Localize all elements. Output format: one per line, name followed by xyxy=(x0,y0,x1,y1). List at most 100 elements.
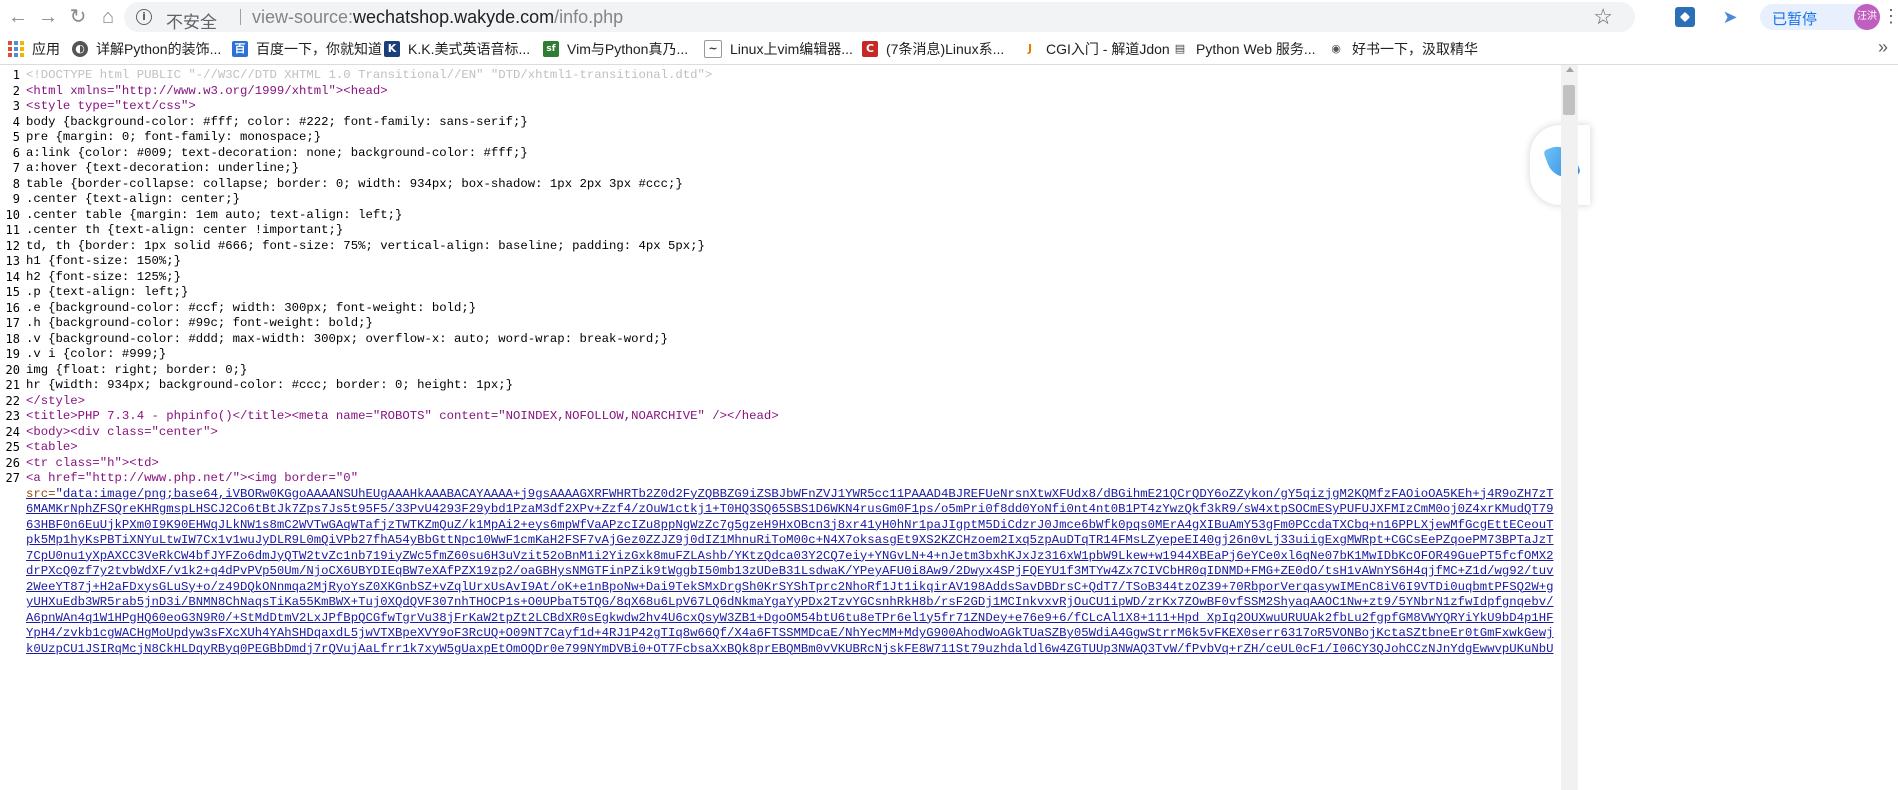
source-line: .center table {margin: 1em auto; text-al… xyxy=(26,207,403,222)
home-icon[interactable]: ⌂ xyxy=(94,3,122,31)
source-line: h2 {font-size: 125%;} xyxy=(26,269,181,284)
menu-icon[interactable]: ⋮ xyxy=(1882,4,1898,30)
img-src-attribute[interactable]: src="data:image/png;base64,iVBORw0KGgoAA… xyxy=(26,487,1556,657)
browser-toolbar: ← → ↻ ⌂ i 不安全 view-source:wechatshop.wak… xyxy=(0,0,1898,34)
bookmark-item[interactable]: ~ Linux上vim编辑器... xyxy=(704,39,853,59)
line-number: 22 xyxy=(5,393,20,408)
forward-icon[interactable]: → xyxy=(34,3,62,31)
line-number: 15 xyxy=(5,285,20,299)
bookmark-label: 百度一下，你就知道 xyxy=(256,41,382,57)
bookmark-globe-icon: ◐ xyxy=(72,41,88,57)
line-number: 5 xyxy=(12,130,20,144)
source-line: a:hover {text-decoration: underline;} xyxy=(26,161,300,175)
source-line: <table> xyxy=(26,440,78,454)
line-number: 23 xyxy=(5,409,20,423)
line-number-gutter: 1 2 3 4 5 6 7 8 9 10 11 12 13 14 15 16 17 18 19 20 21 22 23 24 2… xyxy=(0,68,20,487)
line-number: 10 xyxy=(5,207,20,222)
bookmark-item[interactable]: K K.K.美式英语音标... xyxy=(384,39,530,59)
src-attribute-value[interactable]: "data:image/png;base64,iVBORw0KGgoAAAANS… xyxy=(26,487,1554,657)
source-line: h1 {font-size: 150%;} xyxy=(26,254,181,268)
source-line: </style> xyxy=(26,393,86,408)
bookmark-item[interactable]: C (7条消息)Linux系... xyxy=(862,39,1004,59)
globe-icon: ◉ xyxy=(1328,41,1344,57)
url-prefix: view-source: xyxy=(252,7,354,27)
source-line: <a href="http://www.php.net/"><img borde… xyxy=(26,471,359,485)
source-line: <html xmlns="http://www.w3.org/1999/xhtm… xyxy=(26,83,388,98)
line-number: 3 xyxy=(12,99,20,113)
bookmark-label: K.K.美式英语音标... xyxy=(408,41,531,57)
bookmark-label: 好书一下，汲取精华 xyxy=(1352,41,1478,57)
line-number: 9 xyxy=(12,192,20,206)
line-number: 8 xyxy=(12,176,20,191)
source-line: .p {text-align: left;} xyxy=(26,285,189,299)
source-line: body {background-color: #fff; color: #22… xyxy=(26,114,528,129)
bookmark-apps[interactable]: 应用 xyxy=(8,39,60,59)
src-attribute-name: src= xyxy=(26,486,56,501)
bookmarks-overflow-icon[interactable]: » xyxy=(1878,37,1888,58)
bookmark-label: CGI入门 - 解道Jdon xyxy=(1046,41,1170,57)
line-number: 2 xyxy=(12,83,20,98)
line-number: 4 xyxy=(12,114,20,129)
bookmark-label: Vim与Python真乃... xyxy=(567,41,689,57)
jdon-icon: J xyxy=(1022,41,1038,57)
extension-bird-icon[interactable]: ➤ xyxy=(1720,7,1740,27)
bookmark-star-icon[interactable]: ☆ xyxy=(1593,4,1613,30)
address-separator xyxy=(240,9,241,25)
linux-icon: ~ xyxy=(704,40,722,58)
line-number: 18 xyxy=(5,331,20,346)
bookmark-label: Python Web 服务... xyxy=(1196,41,1316,57)
source-line: <body><div class="center"> xyxy=(26,424,218,439)
baidu-icon: 百 xyxy=(232,41,248,57)
line-number: 26 xyxy=(5,455,20,470)
line-number: 27 xyxy=(5,471,20,485)
source-line: td, th {border: 1px solid #666; font-siz… xyxy=(26,238,705,253)
source-line: .e {background-color: #ccf; width: 300px… xyxy=(26,300,477,315)
source-line: img {float: right; border: 0;} xyxy=(26,362,248,377)
source-line: <tr class="h"><td> xyxy=(26,455,159,470)
source-line: hr {width: 934px; background-color: #ccc… xyxy=(26,378,514,392)
bookmark-item[interactable]: 百 百度一下，你就知道 xyxy=(232,39,382,59)
scroll-thumb[interactable] xyxy=(1563,85,1575,115)
insecure-label[interactable]: 不安全 xyxy=(166,8,217,33)
url-text[interactable]: view-source:wechatshop.wakyde.com/info.p… xyxy=(252,7,623,28)
source-code: <!DOCTYPE html PUBLIC "-//W3C//DTD XHTML… xyxy=(26,68,1556,657)
line-number: 21 xyxy=(5,378,20,392)
extension-icon[interactable] xyxy=(1675,7,1695,27)
line-number: 11 xyxy=(5,223,20,237)
source-line: a:link {color: #009; text-decoration: no… xyxy=(26,145,528,160)
bookmark-item[interactable]: ◐ 详解Python的装饰... xyxy=(72,39,221,59)
source-line: <!DOCTYPE html PUBLIC "-//W3C//DTD XHTML… xyxy=(26,68,713,82)
vertical-scrollbar[interactable] xyxy=(1561,65,1578,790)
line-number: 20 xyxy=(5,362,20,377)
line-number: 17 xyxy=(5,316,20,330)
bookmark-item[interactable]: sf Vim与Python真乃... xyxy=(543,39,688,59)
reload-icon[interactable]: ↻ xyxy=(64,3,92,31)
info-icon[interactable]: i xyxy=(136,9,152,25)
line-number: 6 xyxy=(12,145,20,160)
source-line: <style type="text/css"> xyxy=(26,99,196,113)
bookmark-label: (7条消息)Linux系... xyxy=(886,41,1005,57)
bookmark-item[interactable]: ▤ Python Web 服务... xyxy=(1172,39,1316,59)
bookmark-item[interactable]: J CGI入门 - 解道Jdon xyxy=(1022,39,1170,59)
line-number: 16 xyxy=(5,300,20,315)
sync-paused-button[interactable]: 已暂停 汪洪 xyxy=(1760,4,1880,30)
source-line: .v {background-color: #ddd; max-width: 3… xyxy=(26,331,669,346)
source-line: table {border-collapse: collapse; border… xyxy=(26,176,683,191)
bookmark-item[interactable]: ◉ 好书一下，汲取精华 xyxy=(1328,39,1478,59)
source-line: <title>PHP 7.3.4 - phpinfo()</title><met… xyxy=(26,409,779,423)
line-number: 14 xyxy=(5,269,20,284)
kk-icon: K xyxy=(384,41,400,57)
avatar[interactable]: 汪洪 xyxy=(1854,4,1880,30)
segmentfault-icon: sf xyxy=(543,41,559,57)
sync-paused-label: 已暂停 xyxy=(1772,11,1818,28)
floating-assistant-widget[interactable] xyxy=(1530,125,1590,205)
source-line: .h {background-color: #99c; font-weight:… xyxy=(26,316,373,330)
line-number: 1 xyxy=(12,68,20,82)
address-bar[interactable]: i 不安全 view-source:wechatshop.wakyde.com/… xyxy=(124,2,1635,32)
bookmark-label: 应用 xyxy=(32,41,60,57)
back-icon[interactable]: ← xyxy=(4,3,32,31)
right-margin xyxy=(1578,65,1898,790)
scroll-up-arrow-icon[interactable] xyxy=(1566,67,1574,72)
bookmarks-bar: 应用 ◐ 详解Python的装饰... 百 百度一下，你就知道 K K.K.美式… xyxy=(0,34,1898,65)
line-number: 19 xyxy=(5,347,20,361)
